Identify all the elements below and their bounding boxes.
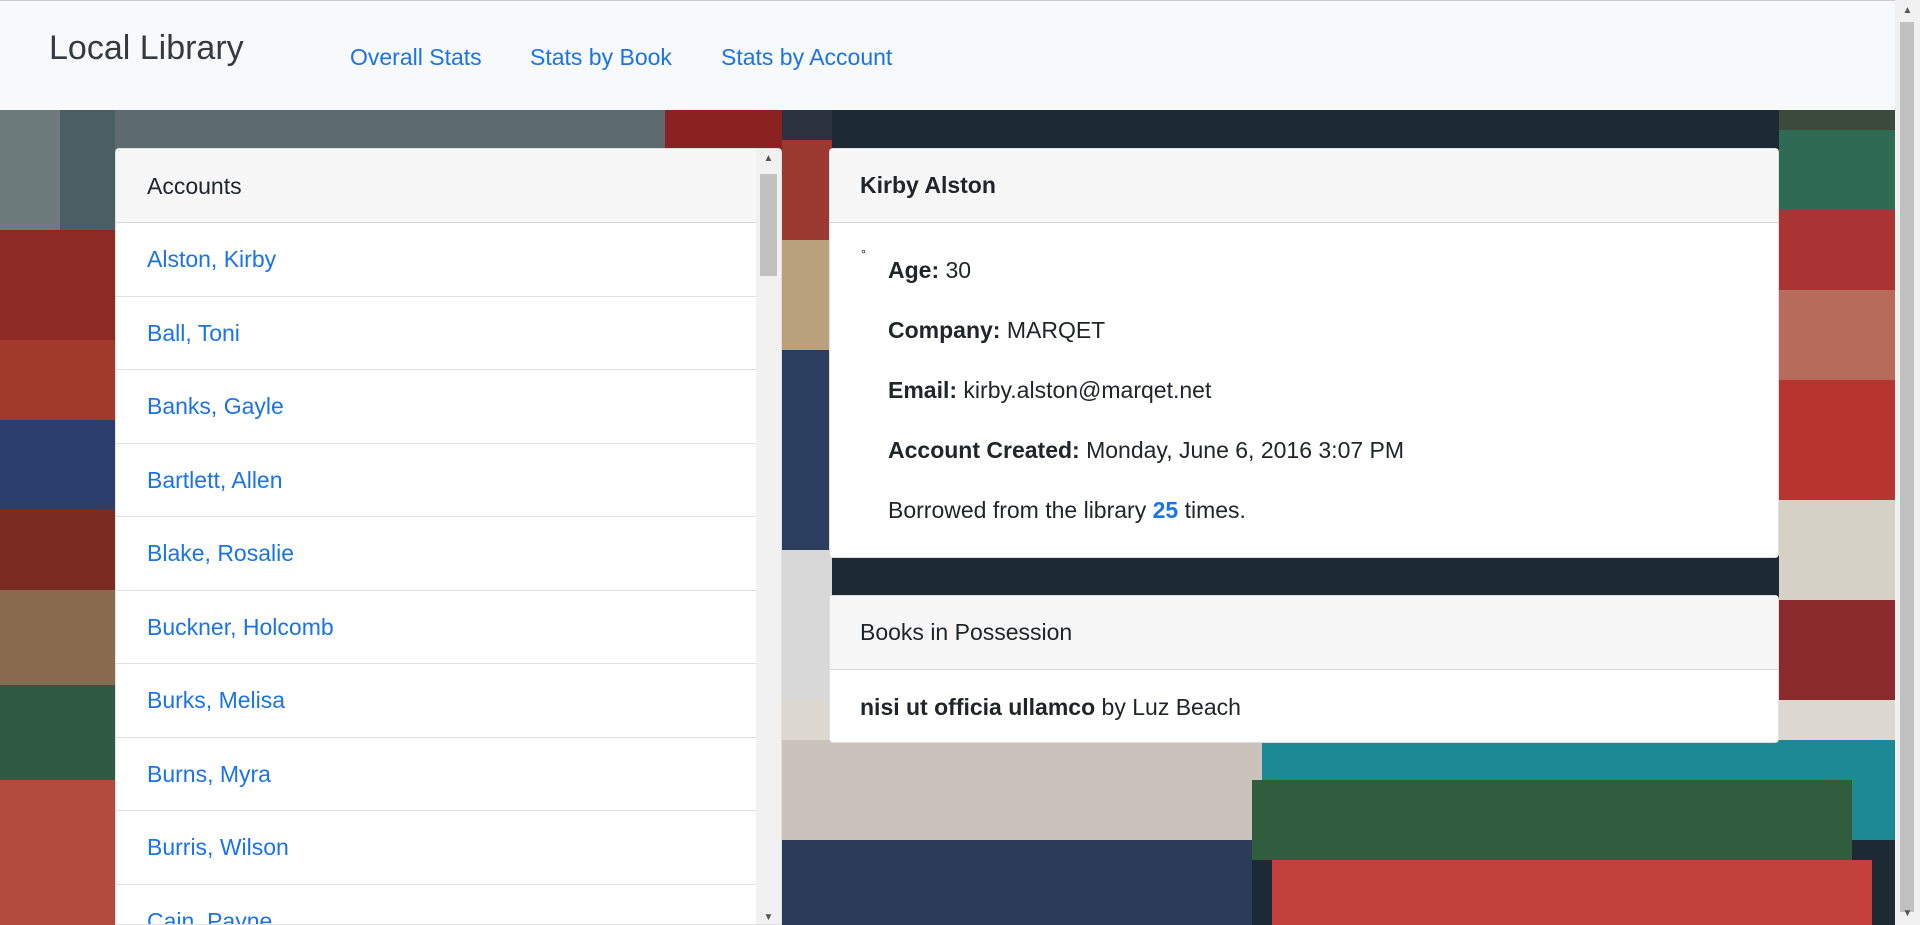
accounts-card: Accounts Alston, Kirby Ball, Toni Banks,… — [115, 148, 782, 925]
account-detail-card: Kirby Alston ∘ Age: 30 Company: MARQET E… — [829, 148, 1779, 558]
borrowed-suffix: times. — [1184, 497, 1246, 523]
account-list-item[interactable]: Alston, Kirby — [116, 223, 758, 297]
navbar: Local Library Overall Stats Stats by Boo… — [0, 0, 1895, 110]
book-by: by — [1101, 694, 1126, 720]
company-label: Company: — [888, 317, 1001, 343]
borrowed-count: 25 — [1152, 497, 1179, 523]
age-label: Age: — [888, 257, 940, 283]
account-name-header: Kirby Alston — [830, 149, 1778, 223]
account-list-item[interactable]: Buckner, Holcomb — [116, 591, 758, 664]
scroll-down-arrow-icon[interactable]: ▼ — [756, 910, 781, 924]
book-entry: nisi ut officia ullamco by Luz Beach — [860, 694, 1241, 721]
list-bullet-icon: ∘ — [860, 246, 867, 258]
email-row: Email: kirby.alston@marqet.net — [888, 377, 1211, 404]
account-created-row: Account Created: Monday, June 6, 2016 3:… — [888, 437, 1404, 464]
nav-link-stats-by-account[interactable]: Stats by Account — [721, 44, 892, 71]
accounts-list: Alston, Kirby Ball, Toni Banks, Gayle Ba… — [116, 223, 758, 925]
account-list-item[interactable]: Blake, Rosalie — [116, 517, 758, 591]
accounts-scrollbar[interactable]: ▲ ▼ — [756, 149, 781, 924]
window-scroll-up-arrow-icon[interactable]: ▲ — [1895, 2, 1920, 20]
company-value: MARQET — [1006, 317, 1106, 343]
window-scroll-down-arrow-icon[interactable]: ▼ — [1895, 905, 1920, 923]
scrollbar-thumb[interactable] — [760, 174, 777, 276]
scroll-up-arrow-icon[interactable]: ▲ — [756, 151, 781, 167]
account-list-item[interactable]: Burns, Myra — [116, 738, 758, 811]
age-row: Age: 30 — [888, 257, 971, 284]
borrowed-row: Borrowed from the library 25 times. — [888, 497, 1246, 524]
book-author: Luz Beach — [1132, 694, 1241, 720]
account-list-item[interactable]: Banks, Gayle — [116, 370, 758, 444]
account-list-item[interactable]: Burks, Melisa — [116, 664, 758, 738]
nav-link-overall-stats[interactable]: Overall Stats — [350, 44, 482, 71]
accounts-header: Accounts — [116, 149, 781, 223]
book-title: nisi ut officia ullamco — [860, 694, 1096, 720]
email-value: kirby.alston@marqet.net — [963, 377, 1212, 403]
email-label: Email: — [888, 377, 958, 403]
account-list-item[interactable]: Burris, Wilson — [116, 811, 758, 885]
age-value: 30 — [945, 257, 972, 283]
company-row: Company: MARQET — [888, 317, 1105, 344]
account-list-item[interactable]: Cain, Payne — [116, 885, 758, 925]
account-list-item[interactable]: Bartlett, Allen — [116, 444, 758, 517]
books-header: Books in Possession — [830, 596, 1778, 670]
account-created-label: Account Created: — [888, 437, 1080, 463]
window-scrollbar[interactable]: ▲ ▼ — [1895, 0, 1920, 925]
window-scrollbar-thumb[interactable] — [1900, 22, 1914, 912]
books-in-possession-card: Books in Possession nisi ut officia ulla… — [829, 595, 1779, 743]
borrowed-prefix: Borrowed from the library — [888, 497, 1147, 523]
brand-title[interactable]: Local Library — [49, 29, 244, 68]
account-created-value: Monday, June 6, 2016 3:07 PM — [1086, 437, 1405, 463]
account-list-item[interactable]: Ball, Toni — [116, 297, 758, 370]
nav-link-stats-by-book[interactable]: Stats by Book — [530, 44, 672, 71]
